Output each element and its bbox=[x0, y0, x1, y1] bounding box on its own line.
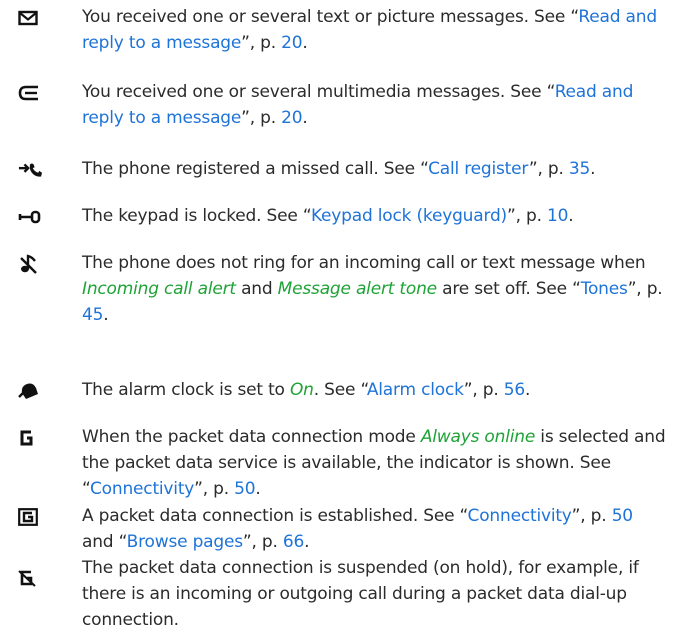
item-description: The keypad is locked. See “Keypad lock (… bbox=[82, 206, 574, 226]
item-description: The packet data connection is suspended … bbox=[82, 558, 639, 630]
page-link[interactable]: 45 bbox=[82, 305, 103, 325]
link-alarm-clock[interactable]: Alarm clock bbox=[367, 380, 464, 400]
page-link[interactable]: 50 bbox=[612, 506, 633, 526]
page-link[interactable]: 50 bbox=[234, 479, 255, 499]
setting-on: On bbox=[289, 380, 314, 400]
link-connectivity[interactable]: Connectivity bbox=[90, 479, 194, 499]
multimedia-message-icon bbox=[18, 82, 42, 104]
silent-ringing-icon bbox=[18, 253, 42, 275]
keypad-lock-icon bbox=[18, 206, 42, 228]
link-tones[interactable]: Tones bbox=[581, 279, 628, 299]
page-link[interactable]: 56 bbox=[504, 380, 525, 400]
envelope-icon bbox=[18, 7, 42, 29]
item-description: You received one or several multimedia m… bbox=[82, 82, 634, 128]
page-link[interactable]: 20 bbox=[281, 33, 302, 53]
alarm-clock-icon bbox=[18, 380, 42, 402]
indicator-list: You received one or several text or pict… bbox=[0, 0, 684, 639]
page-link[interactable]: 66 bbox=[283, 532, 304, 552]
link-browse-pages[interactable]: Browse pages bbox=[127, 532, 243, 552]
page-link[interactable]: 35 bbox=[569, 159, 590, 179]
item-description: When the packet data connection mode Alw… bbox=[82, 427, 666, 499]
missed-call-icon bbox=[18, 159, 42, 181]
setting-incoming-call-alert: Incoming call alert bbox=[82, 279, 236, 299]
item-description: A packet data connection is established.… bbox=[82, 506, 633, 552]
link-keypad-lock[interactable]: Keypad lock (keyguard) bbox=[311, 206, 507, 226]
setting-message-alert-tone: Message alert tone bbox=[277, 279, 437, 299]
packet-data-suspended-icon bbox=[18, 567, 42, 589]
packet-data-available-icon bbox=[18, 427, 42, 449]
page-link[interactable]: 10 bbox=[547, 206, 568, 226]
packet-data-connected-icon bbox=[18, 506, 42, 528]
item-description: The phone does not ring for an incoming … bbox=[82, 253, 663, 325]
page-link[interactable]: 20 bbox=[281, 108, 302, 128]
item-description: The alarm clock is set to On. See “Alarm… bbox=[82, 380, 531, 400]
link-connectivity[interactable]: Connectivity bbox=[468, 506, 572, 526]
setting-always-online: Always online bbox=[420, 427, 536, 447]
link-call-register[interactable]: Call register bbox=[428, 159, 529, 179]
item-description: The phone registered a missed call. See … bbox=[82, 159, 596, 179]
item-description: You received one or several text or pict… bbox=[82, 7, 657, 53]
